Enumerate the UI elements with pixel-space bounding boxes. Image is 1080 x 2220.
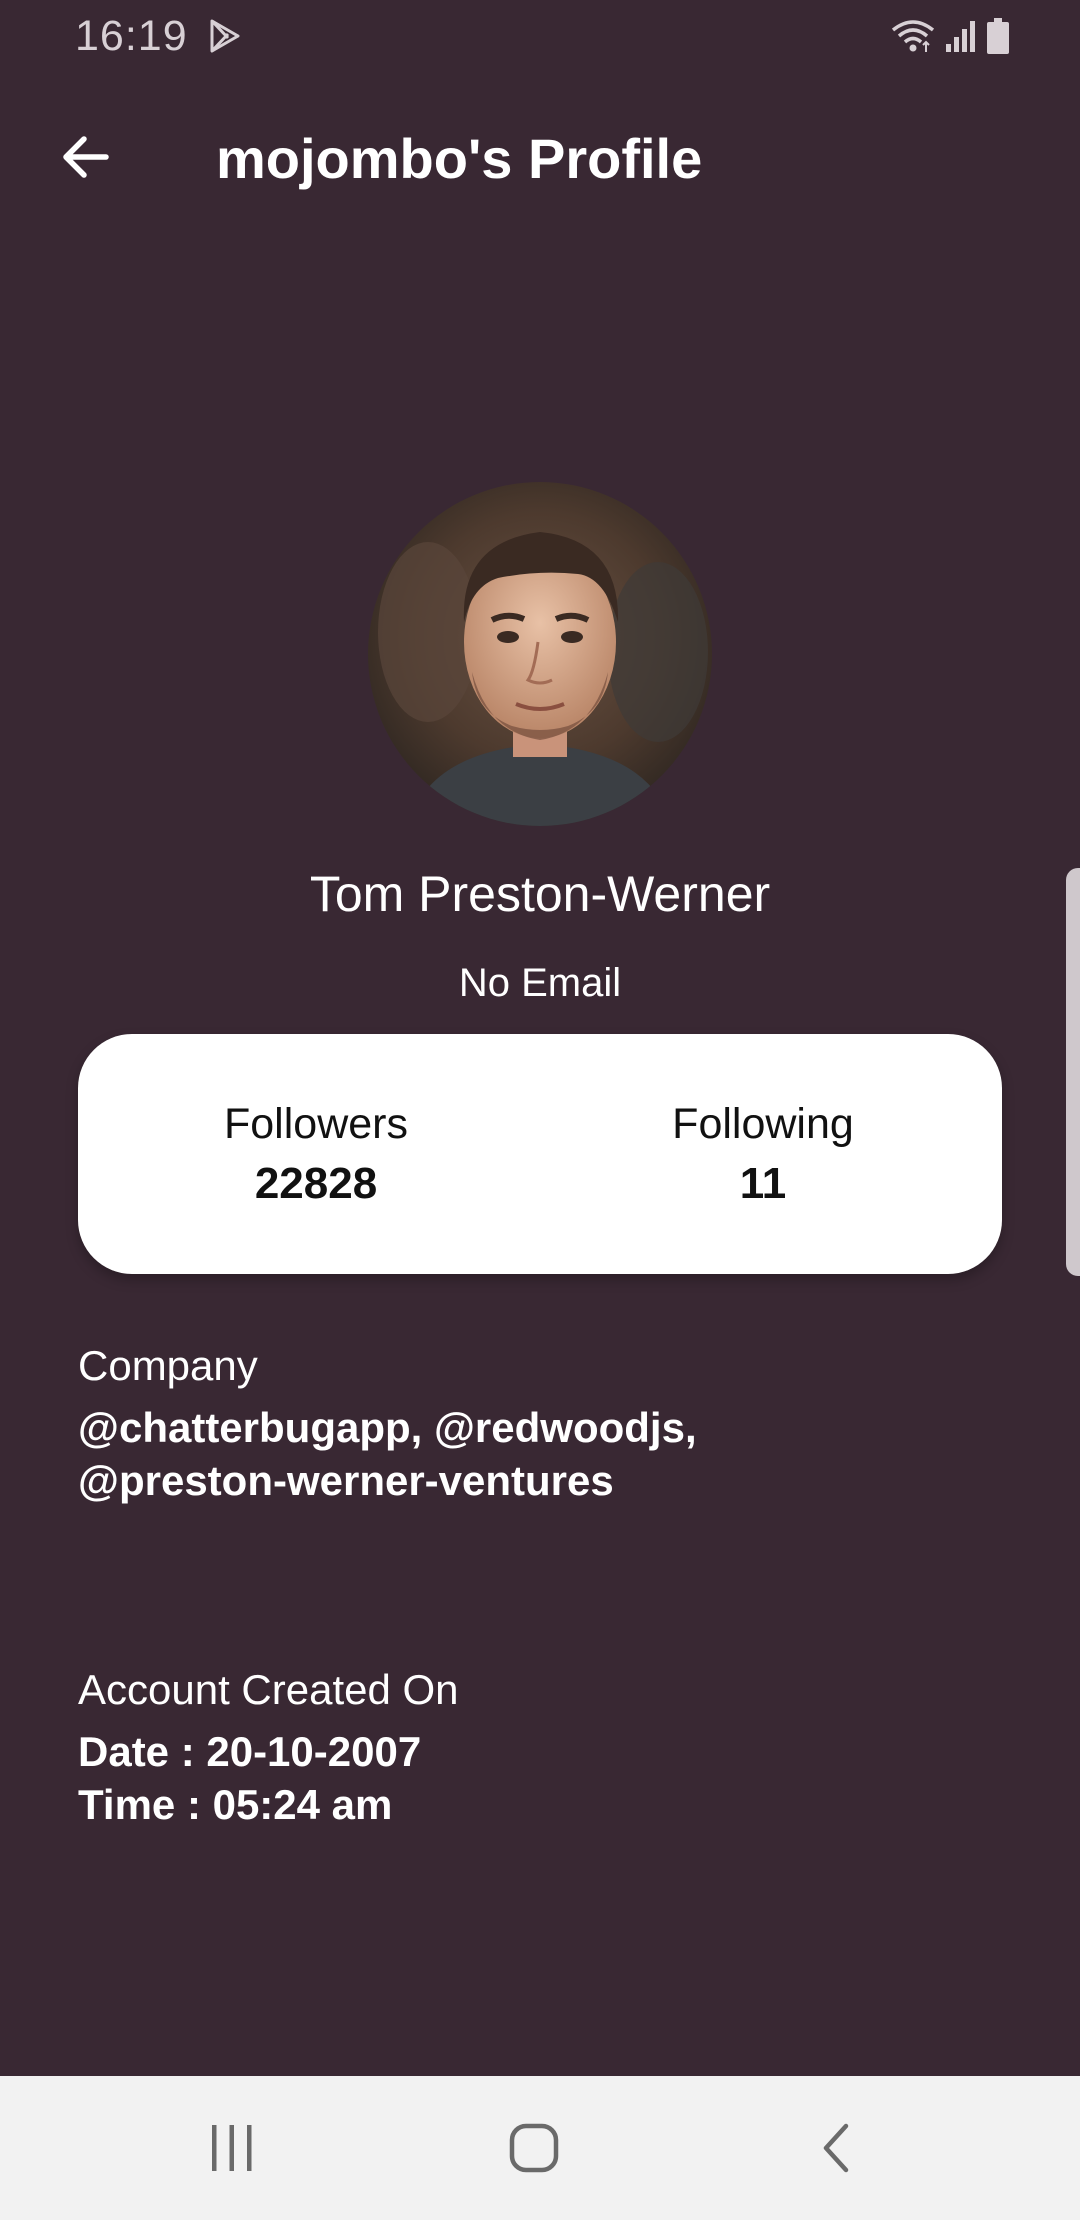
followers-label: Followers (224, 1100, 408, 1148)
company-value-line1: @chatterbugapp, @redwoodjs, (78, 1404, 697, 1451)
followers-stat[interactable]: Followers 22828 (166, 1098, 466, 1212)
arrow-left-icon (63, 136, 109, 178)
wifi-icon (891, 20, 935, 52)
company-value-line2: @preston-werner-ventures (78, 1457, 614, 1504)
app-bar: mojombo's Profile (0, 100, 1080, 216)
recent-apps-icon (212, 2125, 252, 2171)
status-icons (890, 16, 1010, 56)
nav-back-button[interactable] (796, 2112, 876, 2184)
profile-email: No Email (458, 961, 622, 1005)
system-nav-bar (0, 2076, 1080, 2220)
following-count: 11 (739, 1159, 787, 1208)
recent-apps-button[interactable] (192, 2112, 272, 2184)
account-created-label: Account Created On (78, 1666, 459, 1713)
stats-card: Followers 22828 Following 11 (78, 1034, 1002, 1274)
account-created-time: Time : 05:24 am (78, 1781, 393, 1828)
back-button[interactable] (50, 122, 120, 192)
page-title: mojombo's Profile (216, 127, 703, 190)
followers-count: 22828 (254, 1159, 378, 1208)
status-time: 16:19 (75, 12, 188, 60)
home-icon (509, 2123, 559, 2173)
avatar (368, 482, 712, 826)
back-chevron-icon (823, 2123, 849, 2173)
scrollbar[interactable] (1066, 868, 1080, 1276)
account-created-date: Date : 20-10-2007 (78, 1728, 422, 1775)
following-label: Following (672, 1100, 854, 1148)
profile-name: Tom Preston-Werner (309, 866, 771, 922)
status-bar: 16:19 (0, 0, 1080, 72)
company-label: Company (78, 1342, 258, 1389)
home-button[interactable] (494, 2112, 574, 2184)
battery-icon (987, 18, 1009, 54)
signal-icon (946, 21, 975, 52)
play-store-icon (210, 19, 240, 53)
avatar-photo (368, 482, 712, 826)
following-stat[interactable]: Following 11 (613, 1098, 913, 1212)
